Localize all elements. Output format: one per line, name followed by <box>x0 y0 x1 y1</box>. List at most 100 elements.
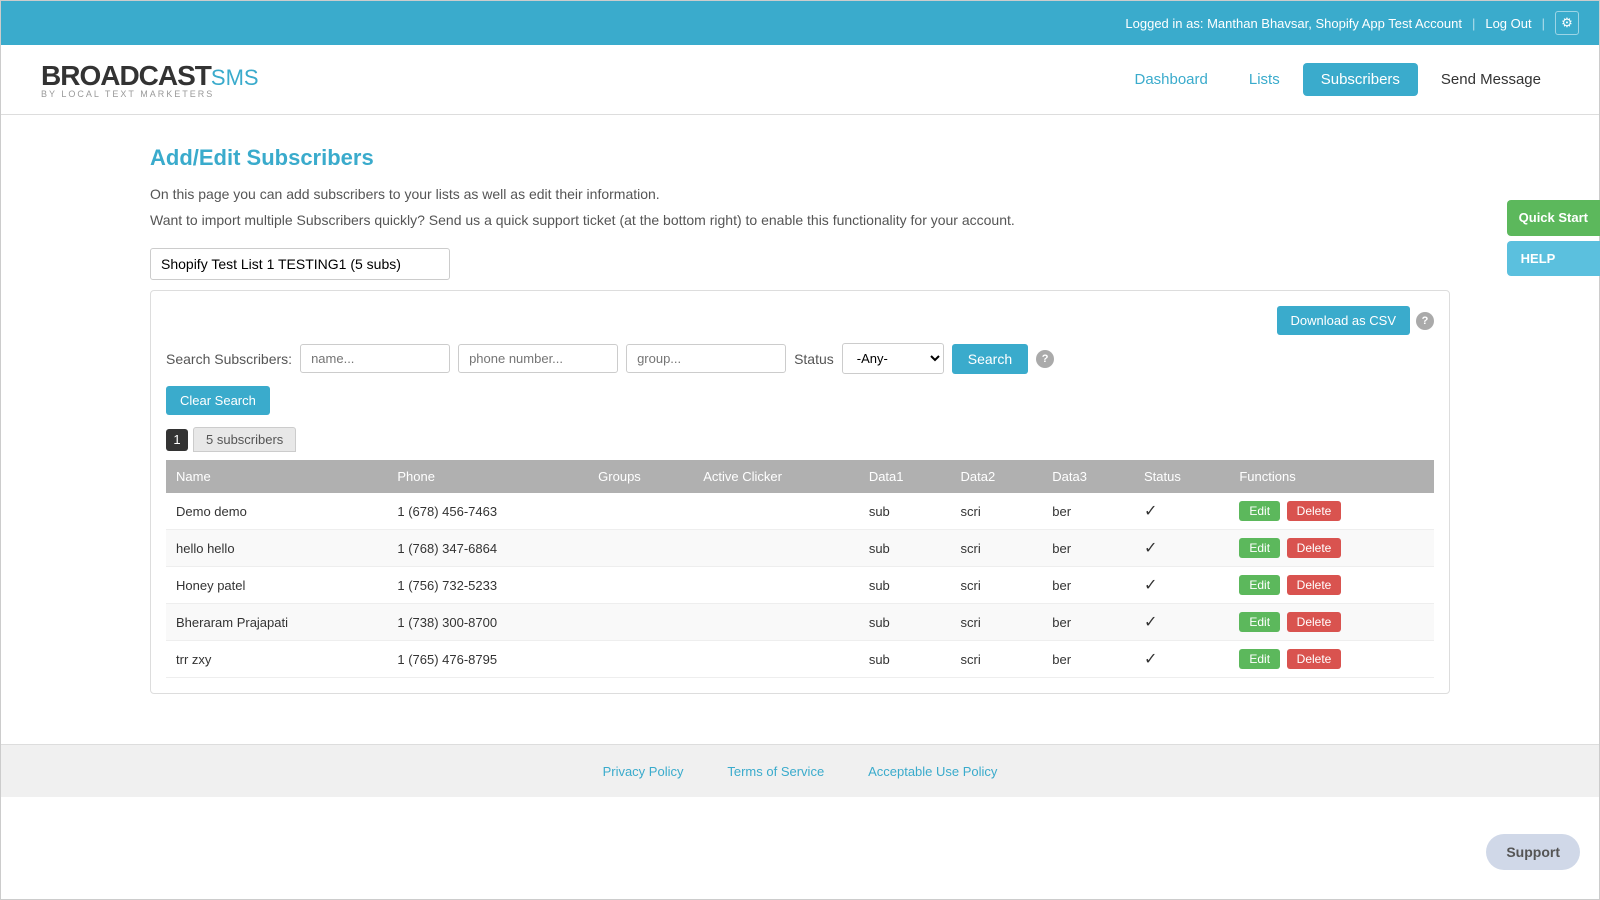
logo: BROADCASTSMS BY LOCAL TEXT MARKETERS <box>41 60 259 99</box>
cell-active-clicker <box>693 567 859 604</box>
privacy-policy-link[interactable]: Privacy Policy <box>603 764 684 779</box>
list-selector-wrapper: Shopify Test List 1 TESTING1 (5 subs) <box>150 248 1450 280</box>
col-phone: Phone <box>387 460 588 493</box>
cell-groups <box>588 530 693 567</box>
cell-functions: Edit Delete <box>1229 641 1434 678</box>
support-button[interactable]: Support <box>1486 834 1580 870</box>
status-label: Status <box>794 351 834 367</box>
cell-data3: ber <box>1042 567 1134 604</box>
search-button[interactable]: Search <box>952 344 1028 374</box>
separator2: | <box>1542 16 1545 31</box>
col-active-clicker: Active Clicker <box>693 460 859 493</box>
subscribers-box: Download as CSV ? Search Subscribers: St… <box>150 290 1450 694</box>
search-label: Search Subscribers: <box>166 351 292 367</box>
cell-data3: ber <box>1042 604 1134 641</box>
acceptable-use-link[interactable]: Acceptable Use Policy <box>868 764 997 779</box>
main-content: Add/Edit Subscribers On this page you ca… <box>110 115 1490 724</box>
cell-data1: sub <box>859 641 951 678</box>
list-select[interactable]: Shopify Test List 1 TESTING1 (5 subs) <box>150 248 450 280</box>
cell-active-clicker <box>693 604 859 641</box>
cell-functions: Edit Delete <box>1229 530 1434 567</box>
nav-subscribers[interactable]: Subscribers <box>1303 63 1418 96</box>
subscribers-table-body: Demo demo 1 (678) 456-7463 sub scri ber … <box>166 493 1434 678</box>
nav-dashboard[interactable]: Dashboard <box>1116 63 1225 96</box>
search-name-input[interactable] <box>300 344 450 373</box>
nav-lists[interactable]: Lists <box>1231 63 1298 96</box>
page-desc1: On this page you can add subscribers to … <box>150 186 1450 202</box>
cell-phone: 1 (756) 732-5233 <box>387 567 588 604</box>
cell-name: hello hello <box>166 530 387 567</box>
cell-data2: scri <box>951 604 1043 641</box>
delete-button[interactable]: Delete <box>1287 575 1342 595</box>
download-help-icon[interactable]: ? <box>1416 312 1434 330</box>
main-nav: Dashboard Lists Subscribers Send Message <box>1116 63 1559 96</box>
cell-name: Honey patel <box>166 567 387 604</box>
col-data3: Data3 <box>1042 460 1134 493</box>
search-phone-input[interactable] <box>458 344 618 373</box>
logged-in-text: Logged in as: Manthan Bhavsar, Shopify A… <box>1125 16 1462 31</box>
download-row: Download as CSV ? <box>166 306 1434 335</box>
status-select[interactable]: -Any- Active Inactive <box>842 343 944 374</box>
clear-search-button[interactable]: Clear Search <box>166 386 270 415</box>
edit-button[interactable]: Edit <box>1239 649 1280 669</box>
cell-status: ✓ <box>1134 567 1229 604</box>
header: BROADCASTSMS BY LOCAL TEXT MARKETERS Das… <box>1 45 1599 115</box>
cell-active-clicker <box>693 530 859 567</box>
cell-name: trr zxy <box>166 641 387 678</box>
cell-groups <box>588 604 693 641</box>
cell-phone: 1 (738) 300-8700 <box>387 604 588 641</box>
subscribers-table: Name Phone Groups Active Clicker Data1 D… <box>166 460 1434 678</box>
download-csv-button[interactable]: Download as CSV <box>1277 306 1411 335</box>
help-button[interactable]: HELP <box>1507 241 1600 276</box>
subscribers-count-tab: 5 subscribers <box>193 427 296 452</box>
table-row: trr zxy 1 (765) 476-8795 sub scri ber ✓ … <box>166 641 1434 678</box>
pagination-row: 1 5 subscribers <box>166 427 1434 452</box>
edit-button[interactable]: Edit <box>1239 575 1280 595</box>
cell-data1: sub <box>859 604 951 641</box>
table-row: Bheraram Prajapati 1 (738) 300-8700 sub … <box>166 604 1434 641</box>
cell-status: ✓ <box>1134 530 1229 567</box>
search-group-input[interactable] <box>626 344 786 373</box>
cell-functions: Edit Delete <box>1229 493 1434 530</box>
delete-button[interactable]: Delete <box>1287 649 1342 669</box>
col-groups: Groups <box>588 460 693 493</box>
logo-text: BROADCASTSMS <box>41 60 259 92</box>
cell-status: ✓ <box>1134 493 1229 530</box>
cell-data2: scri <box>951 641 1043 678</box>
edit-button[interactable]: Edit <box>1239 612 1280 632</box>
table-header: Name Phone Groups Active Clicker Data1 D… <box>166 460 1434 493</box>
logo-subtitle: BY LOCAL TEXT MARKETERS <box>41 89 259 99</box>
delete-button[interactable]: Delete <box>1287 612 1342 632</box>
delete-button[interactable]: Delete <box>1287 501 1342 521</box>
footer: Privacy Policy Terms of Service Acceptab… <box>1 744 1599 797</box>
clear-search-wrapper: Clear Search <box>166 386 1434 415</box>
edit-button[interactable]: Edit <box>1239 538 1280 558</box>
gear-icon[interactable]: ⚙ <box>1555 11 1579 35</box>
cell-phone: 1 (765) 476-8795 <box>387 641 588 678</box>
cell-functions: Edit Delete <box>1229 567 1434 604</box>
page-desc2: Want to import multiple Subscribers quic… <box>150 212 1450 228</box>
top-bar: Logged in as: Manthan Bhavsar, Shopify A… <box>1 1 1599 45</box>
cell-data3: ber <box>1042 641 1134 678</box>
cell-name: Demo demo <box>166 493 387 530</box>
delete-button[interactable]: Delete <box>1287 538 1342 558</box>
cell-data2: scri <box>951 530 1043 567</box>
col-name: Name <box>166 460 387 493</box>
quick-start-button[interactable]: Quick Start <box>1507 200 1600 236</box>
cell-phone: 1 (678) 456-7463 <box>387 493 588 530</box>
search-help-icon[interactable]: ? <box>1036 350 1054 368</box>
cell-phone: 1 (768) 347-6864 <box>387 530 588 567</box>
col-functions: Functions <box>1229 460 1434 493</box>
cell-groups <box>588 493 693 530</box>
table-row: Demo demo 1 (678) 456-7463 sub scri ber … <box>166 493 1434 530</box>
col-data2: Data2 <box>951 460 1043 493</box>
search-row: Search Subscribers: Status -Any- Active … <box>166 343 1434 374</box>
side-buttons: Quick Start HELP <box>1507 200 1600 276</box>
terms-of-service-link[interactable]: Terms of Service <box>727 764 824 779</box>
cell-groups <box>588 567 693 604</box>
table-row: Honey patel 1 (756) 732-5233 sub scri be… <box>166 567 1434 604</box>
nav-send-message[interactable]: Send Message <box>1423 63 1559 96</box>
edit-button[interactable]: Edit <box>1239 501 1280 521</box>
logout-link[interactable]: Log Out <box>1485 16 1531 31</box>
cell-data1: sub <box>859 567 951 604</box>
